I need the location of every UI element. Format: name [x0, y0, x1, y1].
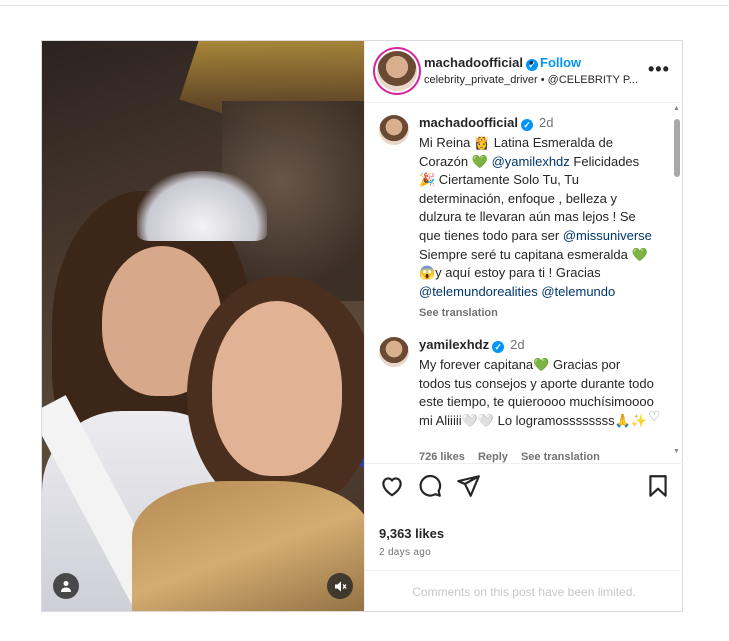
reply-button[interactable]: Reply	[478, 451, 508, 463]
top-divider	[0, 0, 729, 6]
person-icon	[61, 581, 71, 592]
comments-limited-notice: Comments on this post have been limited.	[365, 570, 683, 612]
comment-username-text[interactable]: machadoofficial	[419, 115, 518, 130]
comment-likes[interactable]: 726 likes	[419, 451, 465, 463]
mention-link[interactable]: @telemundo	[541, 284, 615, 299]
author-username[interactable]: machadoofficial ✓	[424, 55, 538, 71]
follow-button[interactable]: Follow	[540, 55, 581, 70]
comment-avatar[interactable]	[379, 337, 409, 367]
verified-badge-icon: ✓	[492, 341, 505, 353]
author-avatar[interactable]	[377, 51, 417, 91]
scrollbar-thumb[interactable]	[674, 119, 680, 177]
author-username-text[interactable]: machadoofficial	[424, 55, 523, 70]
post-header: machadoofficial ✓ • Follow celebrity_priv…	[365, 41, 683, 103]
mention-link[interactable]: @yamilexhdz	[492, 154, 570, 169]
photo-crown	[137, 171, 267, 241]
post-subtitle[interactable]: celebrity_private_driver • @CELEBRITY P.…	[424, 74, 638, 86]
comment-like-heart-icon[interactable]: ♡	[648, 408, 661, 425]
bookmark-icon	[649, 475, 667, 497]
comment-avatar[interactable]	[379, 115, 409, 145]
scroll-up-arrow-icon[interactable]: ▲	[673, 105, 680, 112]
comment-bubble-icon	[419, 474, 442, 497]
heart-icon	[382, 477, 402, 497]
post-modal: machadoofficial ✓ • Follow celebrity_priv…	[41, 40, 683, 612]
comment-text: My forever capitana💚 Gracias por todos t…	[419, 356, 655, 430]
post-media[interactable]	[42, 41, 364, 611]
see-translation-button[interactable]: See translation	[521, 451, 600, 463]
comment-button[interactable]	[417, 473, 443, 499]
comment-meta: See translation	[419, 307, 508, 319]
post-actions: 9,363 likes 2 days ago Comments on this …	[365, 463, 683, 611]
more-options-icon[interactable]: •••	[648, 59, 670, 80]
comment-username-text[interactable]: yamilexhdz	[419, 337, 489, 352]
comment-text-segment: 😱y aquí estoy para ti ! Gracias	[419, 265, 601, 281]
photo-person-right-face	[212, 301, 342, 476]
comment-text-segment: Siempre seré tu capitana esmeralda	[419, 246, 632, 262]
likes-count[interactable]: 9,363 likes	[379, 526, 444, 541]
share-button[interactable]	[455, 473, 481, 499]
green-heart-emoji: 💚	[533, 357, 550, 372]
mention-link[interactable]: @telemundorealities	[419, 284, 538, 299]
verified-badge-icon: ✓	[520, 119, 533, 131]
green-heart-emoji: 💚	[631, 246, 648, 262]
user-tag-button[interactable]	[53, 573, 79, 599]
send-icon	[457, 475, 480, 497]
green-heart-emoji: 💚	[471, 153, 488, 169]
header-separator: •	[529, 55, 534, 70]
comments-scrollbar[interactable]: ▲ ▼	[672, 103, 681, 463]
comment-age[interactable]: 2d	[539, 115, 553, 130]
comment-username[interactable]: yamilexhdz ✓ 2d	[419, 337, 525, 353]
mention-link[interactable]: @missuniverse	[563, 228, 652, 243]
save-button[interactable]	[645, 473, 671, 499]
post-sidebar: machadoofficial ✓ • Follow celebrity_priv…	[364, 41, 683, 611]
comment-text-segment: My forever capitana	[419, 357, 534, 372]
see-translation-button[interactable]: See translation	[419, 307, 498, 319]
mute-button[interactable]	[327, 573, 353, 599]
like-button[interactable]	[379, 473, 405, 499]
comment-username[interactable]: machadoofficial ✓ 2d	[419, 115, 553, 131]
comment-age[interactable]: 2d	[510, 337, 524, 352]
comment-meta: 726 likes Reply See translation	[419, 451, 610, 463]
scroll-down-arrow-icon[interactable]: ▼	[673, 448, 680, 455]
comments-list[interactable]: machadoofficial ✓ 2d Mi Reina 👸 Latina Esm…	[365, 103, 683, 463]
post-date[interactable]: 2 days ago	[379, 547, 431, 558]
comment-text: Mi Reina 👸 Latina Esmeralda de Corazón 💚…	[419, 134, 655, 301]
speaker-muted-icon	[334, 581, 347, 591]
